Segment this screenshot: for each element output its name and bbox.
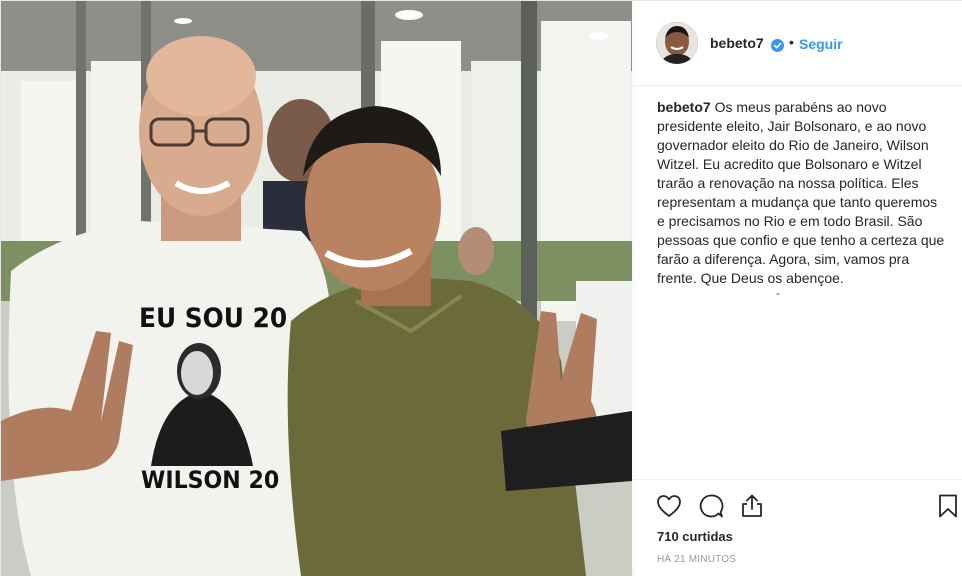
- save-button[interactable]: [934, 492, 962, 520]
- comment-icon: [699, 494, 724, 518]
- verified-badge-icon: [771, 37, 784, 52]
- bookmark-icon: [939, 494, 957, 518]
- post-timestamp[interactable]: HÁ 21 MINUTOS: [657, 554, 736, 565]
- post-sidebar: bebeto7 • Seguir bebeto7 Os meus parabén…: [633, 1, 962, 576]
- share-icon: [742, 494, 762, 517]
- instagram-post: EU SOU 20 WILSON 20 bebeto7 • Seguir beb…: [0, 0, 962, 576]
- shirt-bottom-text: WILSON 20: [141, 466, 280, 494]
- caption-text: Os meus parabéns ao novo presidente elei…: [657, 99, 945, 286]
- header-username[interactable]: bebeto7: [710, 35, 764, 51]
- heart-icon: [657, 495, 681, 517]
- photo-illustration: [1, 1, 632, 576]
- like-button[interactable]: [655, 492, 683, 520]
- post-header: bebeto7 • Seguir: [634, 1, 962, 86]
- comment-button[interactable]: [697, 492, 725, 520]
- post-caption: bebeto7 Os meus parabéns ao novo preside…: [657, 98, 947, 288]
- caption-more: -: [776, 286, 780, 300]
- shirt-top-text: EU SOU 20: [139, 303, 288, 334]
- follow-button[interactable]: Seguir: [799, 36, 843, 52]
- share-button[interactable]: [738, 492, 766, 520]
- avatar[interactable]: [656, 22, 698, 64]
- header-separator: •: [789, 34, 794, 50]
- likes-count[interactable]: 710 curtidas: [657, 529, 733, 544]
- caption-username[interactable]: bebeto7: [657, 99, 711, 115]
- post-photo[interactable]: EU SOU 20 WILSON 20: [1, 1, 632, 576]
- post-actions: [634, 479, 962, 529]
